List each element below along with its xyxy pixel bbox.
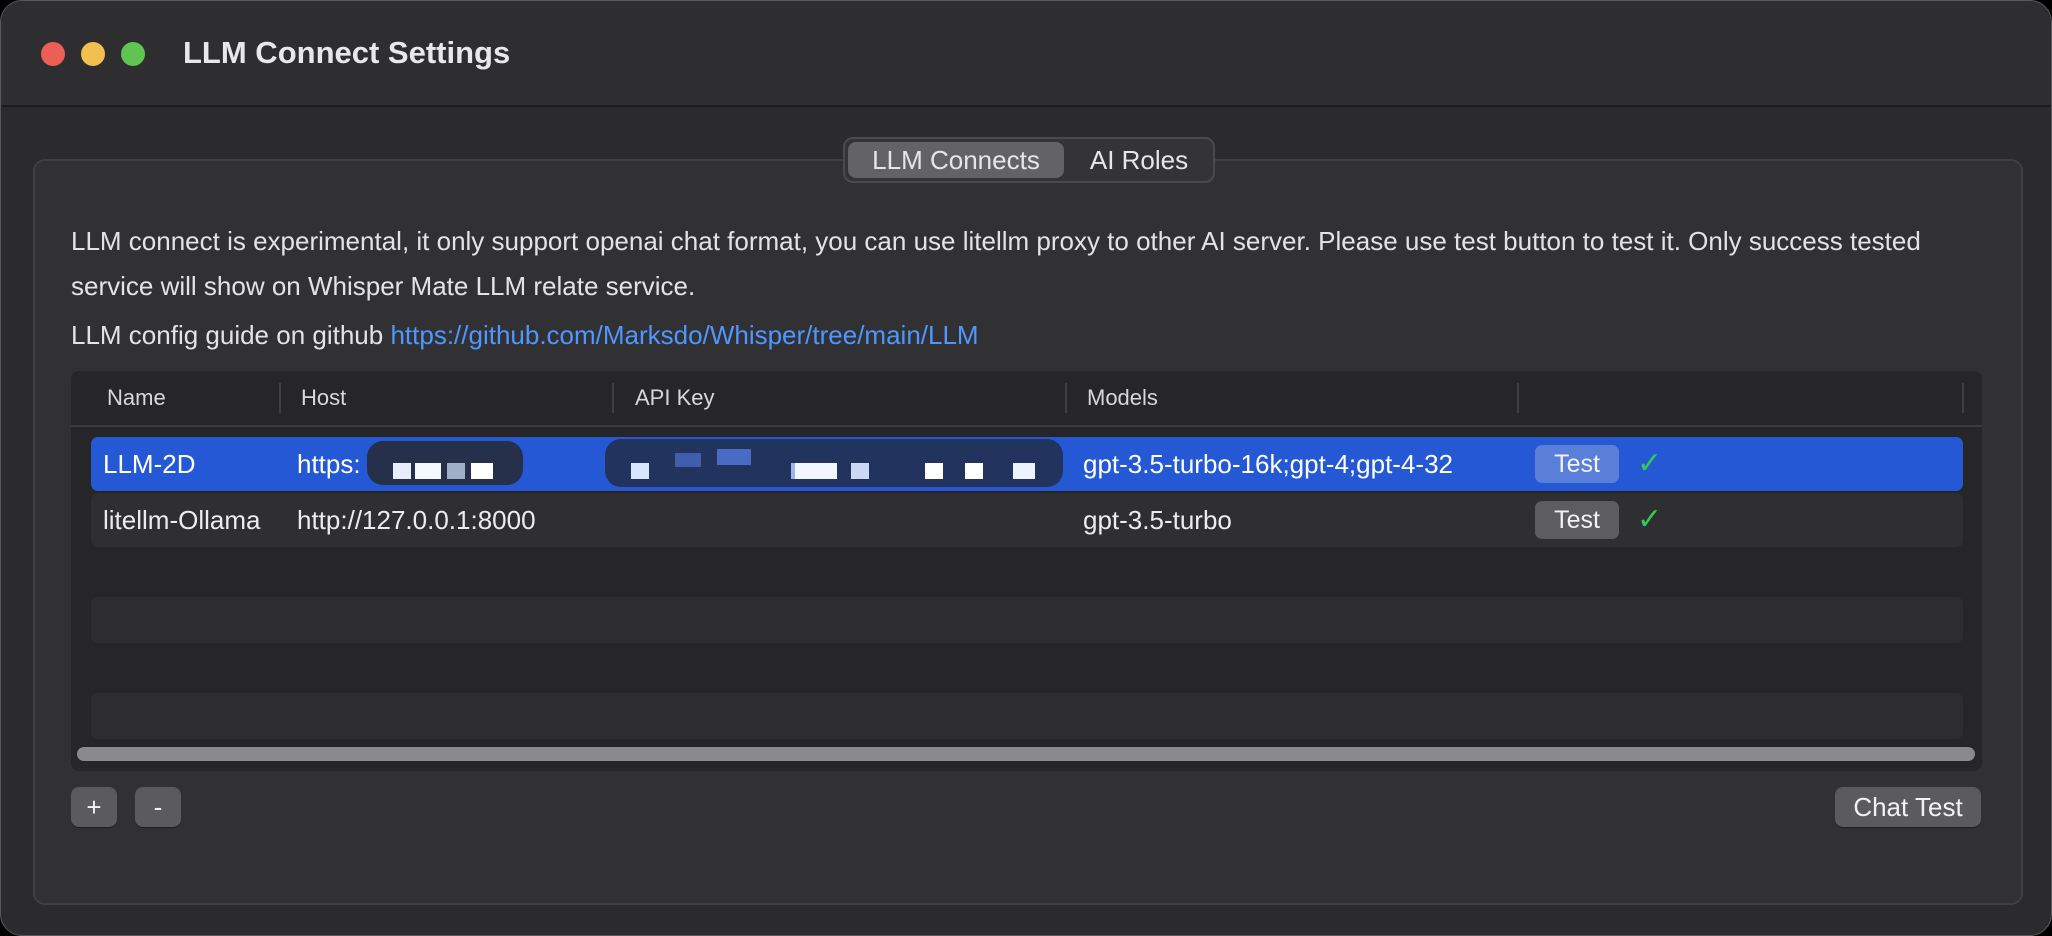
row-models: gpt-3.5-turbo [1083, 505, 1232, 535]
test-button[interactable]: Test [1535, 445, 1619, 483]
tab-bar: LLM Connects AI Roles [843, 137, 1215, 183]
column-header-api-key[interactable]: API Key [635, 371, 714, 425]
row-host: https: [297, 449, 361, 479]
guide-label: LLM config guide on github [71, 320, 391, 350]
add-connect-button[interactable]: + [71, 787, 117, 827]
empty-row [91, 693, 1963, 739]
test-button[interactable]: Test [1535, 501, 1619, 539]
column-divider[interactable] [1517, 383, 1519, 413]
close-window-button[interactable] [41, 42, 65, 66]
success-check-icon: ✓ [1637, 503, 1663, 536]
column-divider[interactable] [1962, 383, 1964, 413]
column-header-host[interactable]: Host [301, 371, 346, 425]
table-row[interactable]: litellm-Ollama http://127.0.0.1:8000 gpt… [91, 493, 1963, 547]
row-name: LLM-2D [103, 449, 196, 479]
column-header-name[interactable]: Name [107, 371, 166, 425]
redacted-api-key-pixelation [605, 439, 1063, 487]
row-name: litellm-Ollama [103, 505, 261, 535]
column-header-models[interactable]: Models [1087, 371, 1158, 425]
llm-connects-table: Name Host API Key Models LLM-2D https: g… [71, 371, 1982, 771]
redacted-host-pixelation [367, 441, 523, 485]
settings-window: LLM Connect Settings LLM Connects AI Rol… [0, 0, 2052, 936]
tab-ai-roles[interactable]: AI Roles [1069, 142, 1209, 178]
chat-test-button[interactable]: Chat Test [1835, 787, 1981, 827]
minimize-window-button[interactable] [81, 42, 105, 66]
table-header: Name Host API Key Models [71, 371, 1982, 427]
row-models: gpt-3.5-turbo-16k;gpt-4;gpt-4-32 [1083, 449, 1453, 479]
zoom-window-button[interactable] [121, 42, 145, 66]
column-divider[interactable] [279, 383, 281, 413]
column-divider[interactable] [1065, 383, 1067, 413]
title-bar: LLM Connect Settings [1, 1, 2051, 107]
table-row[interactable]: LLM-2D https: gpt-3.5-turbo-16k;gpt-4;gp… [91, 437, 1963, 491]
tab-llm-connects[interactable]: LLM Connects [848, 142, 1064, 178]
window-title: LLM Connect Settings [183, 35, 511, 70]
row-api-key [631, 493, 1051, 547]
config-guide: LLM config guide on github https://githu… [71, 313, 979, 358]
description-text: LLM connect is experimental, it only sup… [71, 226, 1921, 301]
column-divider[interactable] [612, 383, 614, 413]
remove-connect-button[interactable]: - [135, 787, 181, 827]
guide-link[interactable]: https://github.com/Marksdo/Whisper/tree/… [390, 320, 978, 350]
empty-row [91, 597, 1963, 643]
success-check-icon: ✓ [1637, 447, 1663, 480]
row-host: http://127.0.0.1:8000 [297, 505, 536, 535]
horizontal-scrollbar[interactable] [77, 747, 1975, 761]
